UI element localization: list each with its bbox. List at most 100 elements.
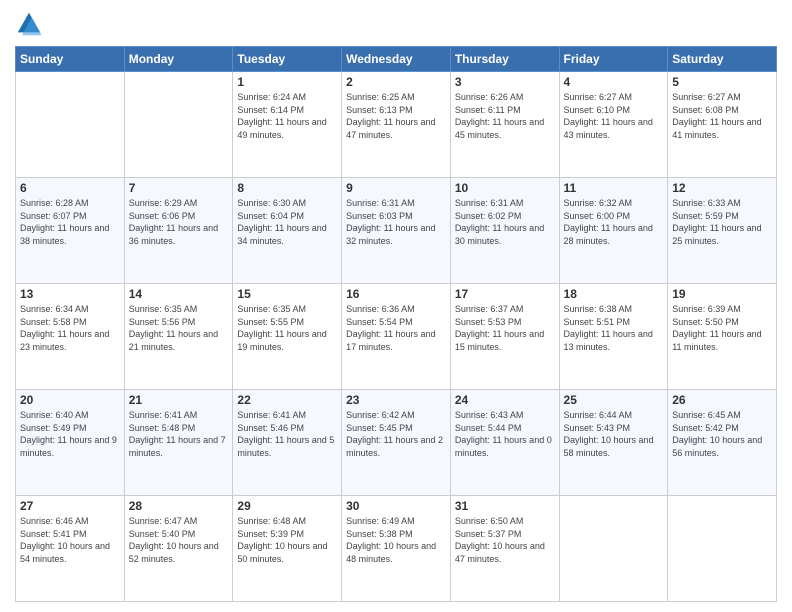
cell-info: Sunrise: 6:36 AM Sunset: 5:54 PM Dayligh…: [346, 303, 446, 353]
day-number: 14: [129, 287, 229, 301]
cell-info: Sunrise: 6:38 AM Sunset: 5:51 PM Dayligh…: [564, 303, 664, 353]
weekday-header-friday: Friday: [559, 47, 668, 72]
calendar-table: SundayMondayTuesdayWednesdayThursdayFrid…: [15, 46, 777, 602]
calendar-week-row: 27 Sunrise: 6:46 AM Sunset: 5:41 PM Dayli…: [16, 496, 777, 602]
calendar-header-row: SundayMondayTuesdayWednesdayThursdayFrid…: [16, 47, 777, 72]
cell-info: Sunrise: 6:37 AM Sunset: 5:53 PM Dayligh…: [455, 303, 555, 353]
cell-info: Sunrise: 6:27 AM Sunset: 6:10 PM Dayligh…: [564, 91, 664, 141]
calendar-cell: 9Sunrise: 6:31 AM Sunset: 6:03 PM Daylig…: [342, 178, 451, 284]
calendar-week-row: 13Sunrise: 6:34 AM Sunset: 5:58 PM Dayli…: [16, 284, 777, 390]
calendar-cell: 13Sunrise: 6:34 AM Sunset: 5:58 PM Dayli…: [16, 284, 125, 390]
logo-icon: [15, 10, 43, 38]
calendar-cell: 7 Sunrise: 6:29 AM Sunset: 6:06 PM Daylig…: [124, 178, 233, 284]
day-number: 27: [20, 499, 120, 513]
calendar-cell: 6 Sunrise: 6:28 AM Sunset: 6:07 PM Daylig…: [16, 178, 125, 284]
cell-info: Sunrise: 6:32 AM Sunset: 6:00 PM Dayligh…: [564, 197, 664, 247]
day-number: 7: [129, 181, 229, 195]
calendar-week-row: 20Sunrise: 6:40 AM Sunset: 5:49 PM Dayli…: [16, 390, 777, 496]
cell-info: Sunrise: 6:50 AM Sunset: 5:37 PM Dayligh…: [455, 515, 555, 565]
weekday-header-sunday: Sunday: [16, 47, 125, 72]
day-number: 10: [455, 181, 555, 195]
calendar-cell: 30 Sunrise: 6:49 AM Sunset: 5:38 PM Dayli…: [342, 496, 451, 602]
calendar-cell: 21 Sunrise: 6:41 AM Sunset: 5:48 PM Dayli…: [124, 390, 233, 496]
calendar-week-row: 6 Sunrise: 6:28 AM Sunset: 6:07 PM Daylig…: [16, 178, 777, 284]
cell-info: Sunrise: 6:40 AM Sunset: 5:49 PM Dayligh…: [20, 409, 120, 459]
weekday-header-thursday: Thursday: [450, 47, 559, 72]
weekday-header-wednesday: Wednesday: [342, 47, 451, 72]
day-number: 3: [455, 75, 555, 89]
calendar-cell: 28 Sunrise: 6:47 AM Sunset: 5:40 PM Dayli…: [124, 496, 233, 602]
day-number: 11: [564, 181, 664, 195]
cell-info: Sunrise: 6:30 AM Sunset: 6:04 PM Dayligh…: [237, 197, 337, 247]
weekday-header-saturday: Saturday: [668, 47, 777, 72]
day-number: 26: [672, 393, 772, 407]
cell-info: Sunrise: 6:48 AM Sunset: 5:39 PM Dayligh…: [237, 515, 337, 565]
cell-info: Sunrise: 6:49 AM Sunset: 5:38 PM Dayligh…: [346, 515, 446, 565]
day-number: 5: [672, 75, 772, 89]
cell-info: Sunrise: 6:35 AM Sunset: 5:55 PM Dayligh…: [237, 303, 337, 353]
calendar-cell: [559, 496, 668, 602]
cell-info: Sunrise: 6:35 AM Sunset: 5:56 PM Dayligh…: [129, 303, 229, 353]
day-number: 8: [237, 181, 337, 195]
day-number: 24: [455, 393, 555, 407]
calendar-cell: [668, 496, 777, 602]
day-number: 25: [564, 393, 664, 407]
cell-info: Sunrise: 6:41 AM Sunset: 5:48 PM Dayligh…: [129, 409, 229, 459]
day-number: 30: [346, 499, 446, 513]
cell-info: Sunrise: 6:26 AM Sunset: 6:11 PM Dayligh…: [455, 91, 555, 141]
calendar-cell: 17 Sunrise: 6:37 AM Sunset: 5:53 PM Dayli…: [450, 284, 559, 390]
cell-info: Sunrise: 6:42 AM Sunset: 5:45 PM Dayligh…: [346, 409, 446, 459]
day-number: 23: [346, 393, 446, 407]
day-number: 21: [129, 393, 229, 407]
calendar-cell: [16, 72, 125, 178]
day-number: 6: [20, 181, 120, 195]
calendar-cell: 19 Sunrise: 6:39 AM Sunset: 5:50 PM Dayli…: [668, 284, 777, 390]
cell-info: Sunrise: 6:28 AM Sunset: 6:07 PM Dayligh…: [20, 197, 120, 247]
cell-info: Sunrise: 6:46 AM Sunset: 5:41 PM Dayligh…: [20, 515, 120, 565]
calendar-cell: 14 Sunrise: 6:35 AM Sunset: 5:56 PM Dayli…: [124, 284, 233, 390]
calendar-cell: 24Sunrise: 6:43 AM Sunset: 5:44 PM Dayli…: [450, 390, 559, 496]
calendar-cell: 27 Sunrise: 6:46 AM Sunset: 5:41 PM Dayli…: [16, 496, 125, 602]
calendar-cell: 23 Sunrise: 6:42 AM Sunset: 5:45 PM Dayli…: [342, 390, 451, 496]
cell-info: Sunrise: 6:25 AM Sunset: 6:13 PM Dayligh…: [346, 91, 446, 141]
calendar-cell: 25 Sunrise: 6:44 AM Sunset: 5:43 PM Dayli…: [559, 390, 668, 496]
calendar-cell: 29Sunrise: 6:48 AM Sunset: 5:39 PM Dayli…: [233, 496, 342, 602]
day-number: 18: [564, 287, 664, 301]
calendar-cell: 20Sunrise: 6:40 AM Sunset: 5:49 PM Dayli…: [16, 390, 125, 496]
cell-info: Sunrise: 6:34 AM Sunset: 5:58 PM Dayligh…: [20, 303, 120, 353]
day-number: 1: [237, 75, 337, 89]
calendar-week-row: 1 Sunrise: 6:24 AM Sunset: 6:14 PM Daylig…: [16, 72, 777, 178]
calendar-cell: 16 Sunrise: 6:36 AM Sunset: 5:54 PM Dayli…: [342, 284, 451, 390]
calendar-cell: 8 Sunrise: 6:30 AM Sunset: 6:04 PM Daylig…: [233, 178, 342, 284]
weekday-header-tuesday: Tuesday: [233, 47, 342, 72]
cell-info: Sunrise: 6:33 AM Sunset: 5:59 PM Dayligh…: [672, 197, 772, 247]
cell-info: Sunrise: 6:41 AM Sunset: 5:46 PM Dayligh…: [237, 409, 337, 459]
cell-info: Sunrise: 6:39 AM Sunset: 5:50 PM Dayligh…: [672, 303, 772, 353]
cell-info: Sunrise: 6:44 AM Sunset: 5:43 PM Dayligh…: [564, 409, 664, 459]
calendar-cell: 2 Sunrise: 6:25 AM Sunset: 6:13 PM Daylig…: [342, 72, 451, 178]
calendar-cell: 12Sunrise: 6:33 AM Sunset: 5:59 PM Dayli…: [668, 178, 777, 284]
day-number: 16: [346, 287, 446, 301]
calendar-cell: 31 Sunrise: 6:50 AM Sunset: 5:37 PM Dayli…: [450, 496, 559, 602]
calendar-cell: [124, 72, 233, 178]
day-number: 17: [455, 287, 555, 301]
weekday-header-monday: Monday: [124, 47, 233, 72]
cell-info: Sunrise: 6:45 AM Sunset: 5:42 PM Dayligh…: [672, 409, 772, 459]
day-number: 28: [129, 499, 229, 513]
calendar-cell: 18 Sunrise: 6:38 AM Sunset: 5:51 PM Dayli…: [559, 284, 668, 390]
cell-info: Sunrise: 6:24 AM Sunset: 6:14 PM Dayligh…: [237, 91, 337, 141]
calendar-cell: 10Sunrise: 6:31 AM Sunset: 6:02 PM Dayli…: [450, 178, 559, 284]
calendar-cell: 4Sunrise: 6:27 AM Sunset: 6:10 PM Daylig…: [559, 72, 668, 178]
day-number: 31: [455, 499, 555, 513]
day-number: 22: [237, 393, 337, 407]
day-number: 15: [237, 287, 337, 301]
day-number: 19: [672, 287, 772, 301]
cell-info: Sunrise: 6:47 AM Sunset: 5:40 PM Dayligh…: [129, 515, 229, 565]
calendar-cell: 15 Sunrise: 6:35 AM Sunset: 5:55 PM Dayli…: [233, 284, 342, 390]
calendar-cell: 26 Sunrise: 6:45 AM Sunset: 5:42 PM Dayli…: [668, 390, 777, 496]
calendar-cell: 11 Sunrise: 6:32 AM Sunset: 6:00 PM Dayli…: [559, 178, 668, 284]
cell-info: Sunrise: 6:29 AM Sunset: 6:06 PM Dayligh…: [129, 197, 229, 247]
day-number: 2: [346, 75, 446, 89]
page: SundayMondayTuesdayWednesdayThursdayFrid…: [0, 0, 792, 612]
header: [15, 10, 777, 38]
